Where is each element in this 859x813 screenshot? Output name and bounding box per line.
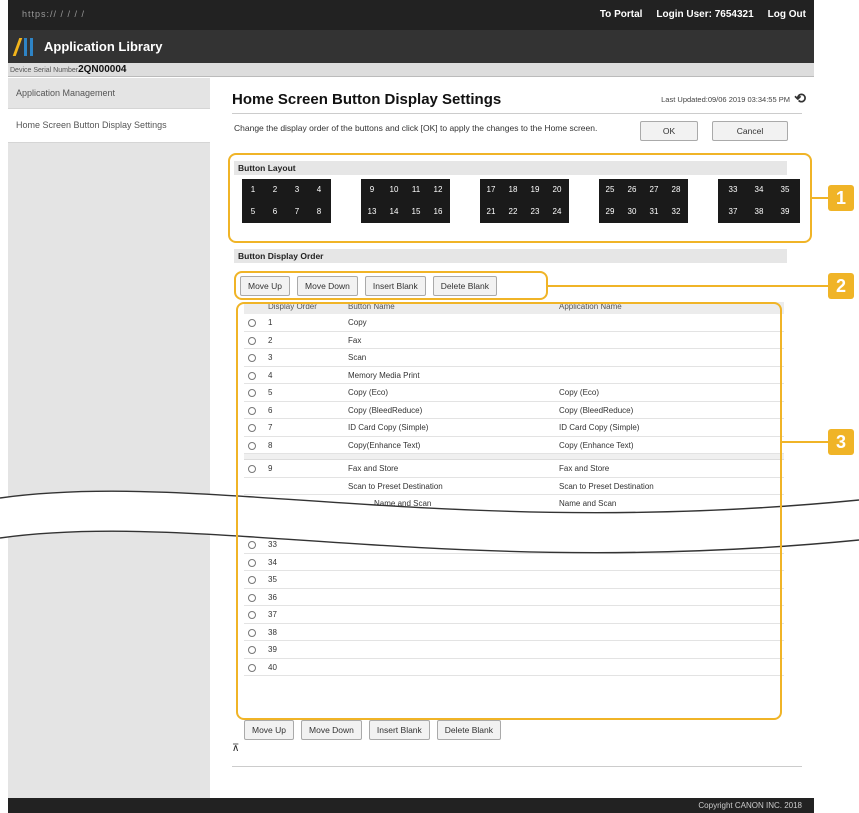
instructions-text: Change the display order of the buttons … <box>234 123 598 133</box>
callout-number-3: 3 <box>828 429 854 455</box>
callout-number-2: 2 <box>828 273 854 299</box>
callout-box-1 <box>228 153 812 243</box>
url-text: https:// / / / / <box>22 9 86 19</box>
delete-blank-button[interactable]: Delete Blank <box>436 720 501 740</box>
footer-divider <box>232 766 802 767</box>
ok-button[interactable]: OK <box>640 121 698 141</box>
callout-line-1 <box>812 197 828 199</box>
sidebar-item-application-management[interactable]: Application Management <box>8 78 210 109</box>
callout-number-1: 1 <box>828 185 854 211</box>
serial-number: 2QN00004 <box>78 64 127 75</box>
callout-box-2 <box>234 271 548 300</box>
cancel-button[interactable]: Cancel <box>712 121 788 141</box>
app-title: Application Library <box>44 39 163 54</box>
device-serial-bar: Device Serial Number2QN00004 <box>8 63 814 77</box>
login-user-label: Login User: 7654321 <box>656 9 754 20</box>
callout-line-3 <box>782 441 828 443</box>
callout-box-3 <box>236 302 782 720</box>
page-top-icon[interactable]: ⊼ <box>232 743 239 754</box>
move-up-button[interactable]: Move Up <box>244 720 295 740</box>
refresh-icon[interactable]: ⟲ <box>794 90 806 107</box>
footer-bar: Copyright CANON INC. 2018 <box>8 798 814 813</box>
sidebar: Application Management Home Screen Butto… <box>8 78 210 798</box>
log-out-link[interactable]: Log Out <box>768 9 806 20</box>
copyright-text: Copyright CANON INC. 2018 <box>698 801 802 810</box>
app-header: Application Library <box>8 30 814 63</box>
top-bar: https:// / / / / To Portal Login User: 7… <box>8 0 814 30</box>
serial-label: Device Serial Number <box>10 67 79 74</box>
sidebar-item-home-screen-button-display[interactable]: Home Screen Button Display Settings <box>8 109 210 143</box>
button-display-order-heading: Button Display Order <box>234 249 787 263</box>
page-title: Home Screen Button Display Settings <box>232 91 502 108</box>
move-down-button[interactable]: Move Down <box>301 720 362 740</box>
to-portal-link[interactable]: To Portal <box>600 9 643 20</box>
insert-blank-button[interactable]: Insert Blank <box>368 720 430 740</box>
last-updated-text: Last Updated:09/06 2019 03:34:55 PM <box>661 95 790 104</box>
order-toolbar-bottom: Move Up Move Down Insert Blank Delete Bl… <box>244 720 501 740</box>
app-logo-icon <box>12 38 42 56</box>
title-divider <box>232 113 802 114</box>
callout-line-2 <box>548 285 828 287</box>
